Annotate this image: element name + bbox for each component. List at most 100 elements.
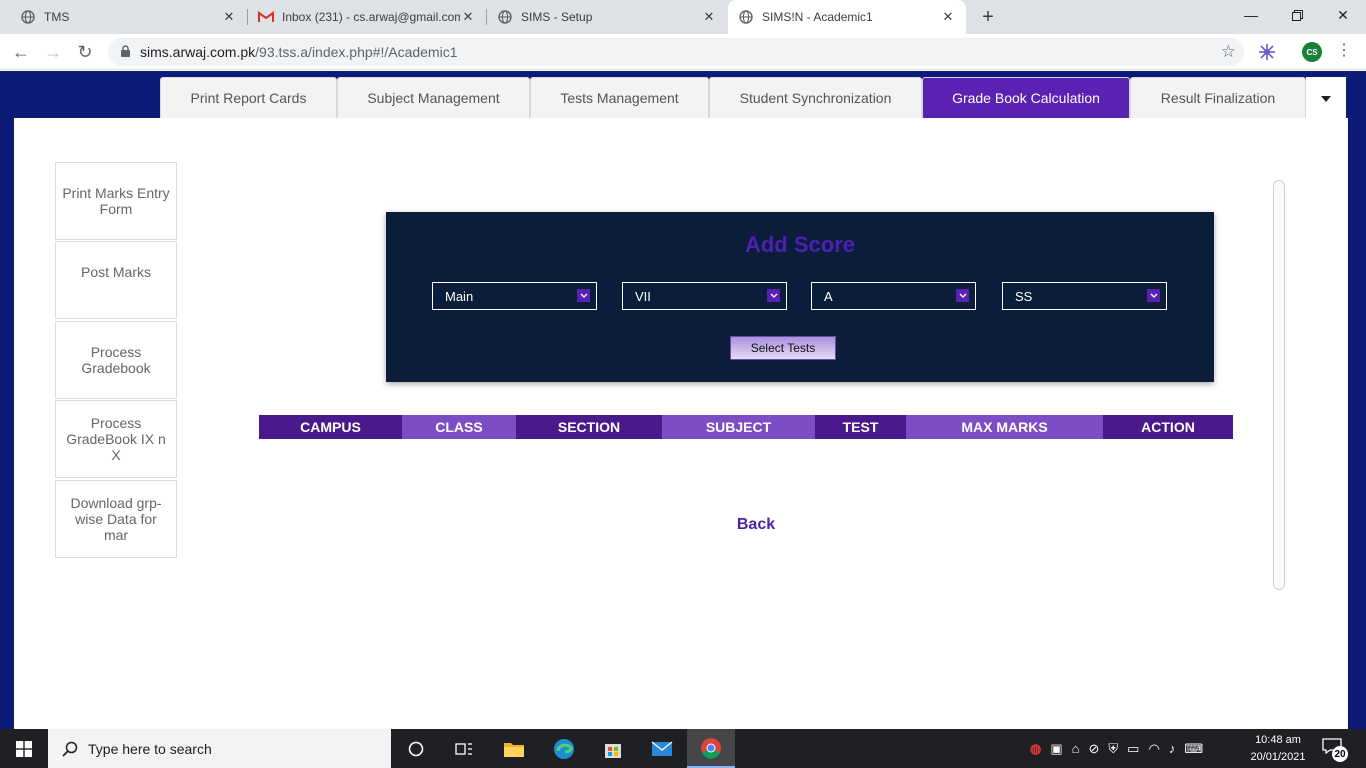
forward-arrow-icon[interactable]: → — [40, 39, 66, 65]
windows-taskbar: Type here to search ◍ ▣ ⌂ ⊘ ⛨ ▭ ◠ ♪ ⌨ 10… — [0, 729, 1366, 768]
tab-grade-book-calculation[interactable]: Grade Book Calculation — [922, 77, 1130, 118]
column-header-test: TEST — [815, 415, 906, 439]
chevron-down-icon — [956, 289, 969, 302]
more-menu-icon[interactable]: ⋮ — [1336, 40, 1352, 60]
globe-icon — [497, 9, 513, 25]
tab-tests-management[interactable]: Tests Management — [530, 77, 709, 118]
profile-avatar[interactable]: CS — [1302, 42, 1322, 62]
process-gradebook-ix-x-button[interactable]: Process GradeBook IX n X — [55, 400, 177, 478]
module-tab-bar: Print Report Cards Subject Management Te… — [160, 77, 1306, 118]
add-score-panel: Add Score Main VII A SS Select Tests — [386, 212, 1214, 382]
system-tray: ◍ ▣ ⌂ ⊘ ⛨ ▭ ◠ ♪ ⌨ — [1030, 729, 1203, 768]
meet-now-icon[interactable]: ▣ — [1050, 741, 1062, 757]
file-explorer-icon[interactable] — [490, 729, 538, 768]
browser-tab-tms[interactable]: TMS ✕ — [0, 0, 247, 34]
chevron-down-icon — [767, 289, 780, 302]
restore-icon[interactable] — [1274, 0, 1320, 30]
windows-start-icon[interactable] — [0, 729, 48, 768]
back-arrow-icon[interactable]: ← — [8, 39, 34, 65]
tab-subject-management[interactable]: Subject Management — [337, 77, 530, 118]
browser-tab-title: Inbox (231) - cs.arwaj@gmail.com — [282, 10, 460, 24]
bookmark-star-icon[interactable]: ☆ — [1221, 42, 1236, 62]
browser-tab-title: TMS — [44, 10, 70, 24]
column-header-campus: CAMPUS — [259, 415, 402, 439]
wifi-icon[interactable]: ◠ — [1148, 741, 1159, 757]
cortana-icon[interactable] — [392, 729, 440, 768]
class-select[interactable]: VII — [622, 282, 787, 310]
extension-icon[interactable] — [1258, 43, 1276, 61]
url-host: sims.arwaj.com.pk — [140, 44, 256, 60]
lock-icon — [120, 45, 132, 59]
notification-center-icon[interactable]: 20 — [1322, 738, 1348, 762]
tab-result-finalization[interactable]: Result Finalization — [1130, 77, 1306, 118]
column-header-class: CLASS — [402, 415, 516, 439]
class-select-value: VII — [635, 288, 651, 304]
print-marks-entry-form-button[interactable]: Print Marks Entry Form — [55, 162, 177, 240]
minimize-icon[interactable]: — — [1228, 0, 1274, 30]
section-select-value: A — [824, 288, 833, 304]
browser-tab-sims-setup[interactable]: SIMS - Setup ✕ — [487, 0, 727, 34]
app-page: Print Report Cards Subject Management Te… — [0, 71, 1366, 729]
usb-icon[interactable]: ⌂ — [1072, 741, 1080, 756]
mail-icon[interactable] — [638, 729, 686, 768]
campus-select-value: Main — [445, 288, 474, 304]
select-tests-button[interactable]: Select Tests — [730, 336, 836, 360]
security-shield-icon[interactable]: ⛨ — [1108, 741, 1118, 757]
tab-student-synchronization[interactable]: Student Synchronization — [709, 77, 922, 118]
task-view-icon[interactable] — [440, 729, 488, 768]
hidden-icons-icon[interactable]: ⊘ — [1089, 741, 1100, 757]
column-header-section: SECTION — [516, 415, 662, 439]
browser-tab-strip: TMS ✕ Inbox (231) - cs.arwaj@gmail.com ✕… — [0, 0, 1366, 34]
search-placeholder: Type here to search — [88, 740, 212, 757]
table-header: CAMPUS CLASS SECTION SUBJECT TEST MAX MA… — [259, 415, 1233, 439]
browser-toolbar: ← → ↻ sims.arwaj.com.pk/93.tss.a/index.p… — [0, 34, 1366, 70]
campus-select[interactable]: Main — [432, 282, 597, 310]
scrollbar[interactable] — [1273, 180, 1285, 590]
window-close-icon[interactable]: ✕ — [1320, 0, 1366, 30]
taskbar-search-box[interactable]: Type here to search — [48, 729, 391, 768]
globe-icon — [20, 9, 36, 25]
column-header-max-marks: MAX MARKS — [906, 415, 1103, 439]
browser-tab-gmail[interactable]: Inbox (231) - cs.arwaj@gmail.com ✕ — [248, 0, 486, 34]
chevron-down-icon — [577, 289, 590, 302]
download-grp-wise-data-button[interactable]: Download grp-wise Data for mar — [55, 480, 177, 558]
new-tab-button[interactable]: + — [976, 5, 1000, 29]
reload-icon[interactable]: ↻ — [72, 39, 98, 65]
process-gradebook-button[interactable]: Process Gradebook — [55, 321, 177, 399]
close-icon[interactable]: ✕ — [701, 9, 717, 25]
subject-select[interactable]: SS — [1002, 282, 1167, 310]
close-icon[interactable]: ✕ — [221, 9, 237, 25]
caret-down-icon — [1321, 89, 1331, 107]
search-icon — [62, 741, 78, 757]
panel-title: Add Score — [744, 232, 856, 257]
close-icon[interactable]: ✕ — [940, 9, 956, 25]
tab-overflow-button[interactable] — [1306, 77, 1346, 118]
browser-tab-title: SIMS!N - Academic1 — [762, 10, 873, 24]
close-icon[interactable]: ✕ — [460, 9, 476, 25]
volume-icon[interactable]: ♪ — [1169, 741, 1176, 756]
input-language-icon[interactable]: ⌨ — [1184, 741, 1203, 757]
subject-select-value: SS — [1015, 288, 1033, 304]
clock-time: 10:48 am — [1255, 734, 1301, 746]
address-bar[interactable]: sims.arwaj.com.pk/93.tss.a/index.php#!/A… — [108, 38, 1244, 66]
gmail-icon — [258, 9, 274, 25]
chevron-down-icon — [1147, 289, 1160, 302]
tab-print-report-cards[interactable]: Print Report Cards — [160, 77, 337, 118]
globe-icon — [738, 9, 754, 25]
system-clock[interactable]: 10:48 am 20/01/2021 — [1242, 732, 1314, 766]
store-icon[interactable] — [589, 729, 637, 768]
url-path: /93.tss.a/index.php#!/Academic1 — [255, 44, 458, 60]
battery-icon[interactable]: ▭ — [1127, 741, 1139, 757]
main-content: Print Marks Entry Form Post Marks Proces… — [14, 118, 1348, 729]
app-tray-icon[interactable]: ◍ — [1030, 741, 1041, 757]
column-header-action: ACTION — [1103, 415, 1233, 439]
notification-count-badge: 20 — [1332, 746, 1348, 762]
browser-tab-title: SIMS - Setup — [521, 10, 593, 24]
post-marks-button[interactable]: Post Marks — [55, 241, 177, 319]
back-link[interactable]: Back — [720, 516, 792, 534]
browser-tab-academic1[interactable]: SIMS!N - Academic1 ✕ — [728, 0, 966, 34]
edge-browser-icon[interactable] — [540, 729, 588, 768]
section-select[interactable]: A — [811, 282, 976, 310]
clock-date: 20/01/2021 — [1250, 751, 1306, 763]
chrome-icon[interactable] — [687, 729, 735, 768]
